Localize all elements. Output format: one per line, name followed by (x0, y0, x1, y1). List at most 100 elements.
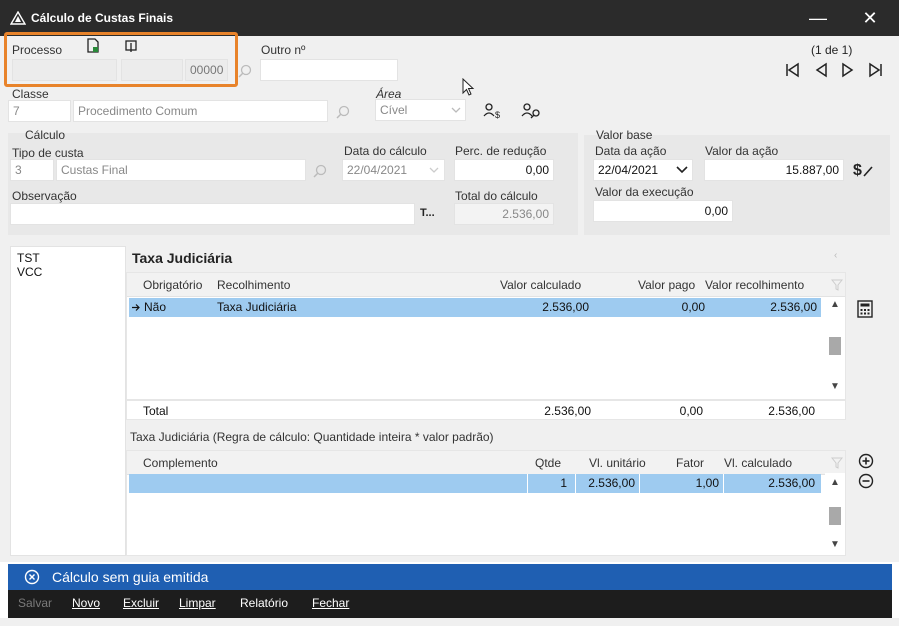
tipo-custa-code-field[interactable]: 3 (10, 159, 54, 181)
fechar-button[interactable]: Fechar (312, 596, 349, 610)
svg-text:$: $ (853, 162, 862, 179)
classe-code-field[interactable]: 7 (8, 100, 71, 122)
classe-name-field[interactable]: Procedimento Comum (73, 100, 328, 122)
data-acao-field[interactable]: 22/04/2021 (593, 159, 693, 181)
complemento-grid: Complemento Qtde Vl. unitário Fator Vl. … (126, 450, 846, 556)
cell-qtde: 1 (560, 476, 567, 490)
scroll-down-icon[interactable]: ▼ (825, 539, 845, 550)
col-qtde[interactable]: Qtde (535, 456, 561, 470)
relatorio-button[interactable]: Relatório (240, 596, 288, 610)
calculo-group-label: Cálculo (25, 128, 66, 142)
scroll-up-icon[interactable]: ▲ (825, 477, 845, 488)
col-valor-calculado[interactable]: Valor calculado (500, 278, 581, 292)
add-circle-icon[interactable] (858, 453, 874, 469)
list-item[interactable]: VCC (11, 265, 125, 279)
window-title: Cálculo de Custas Finais (31, 11, 174, 25)
valor-acao-label: Valor da ação (705, 144, 779, 158)
perc-reducao-label: Perc. de redução (455, 144, 547, 158)
current-row-arrow-icon (132, 304, 140, 311)
window-bottom-edge (0, 618, 899, 626)
filter-icon[interactable] (831, 457, 843, 469)
classe-search-icon[interactable] (335, 104, 351, 120)
status-bar: Cálculo sem guia emitida (8, 564, 892, 590)
cell-valor-pago: 0,00 (681, 300, 705, 314)
limpar-button[interactable]: Limpar (179, 596, 216, 610)
chevron-down-icon (429, 167, 439, 173)
next-record-icon[interactable] (838, 62, 856, 78)
col-vl-unitario[interactable]: Vl. unitário (589, 456, 646, 470)
chevron-down-icon (451, 107, 461, 113)
close-button[interactable]: ✕ (850, 4, 890, 32)
perc-reducao-field[interactable]: 0,00 (454, 159, 554, 181)
complemento-grid-scrollbar[interactable]: ▲ ▼ (825, 473, 845, 555)
observacao-field[interactable] (10, 203, 415, 225)
col-recolhimento[interactable]: Recolhimento (217, 278, 290, 292)
app-logo-icon (10, 11, 26, 25)
scroll-down-icon[interactable]: ▼ (825, 381, 845, 392)
column-divider (723, 474, 724, 493)
text-editor-button[interactable]: T... (420, 207, 435, 219)
col-valor-pago[interactable]: Valor pago (638, 278, 695, 292)
user-money-icon[interactable]: $ (483, 102, 503, 120)
valor-execucao-field[interactable]: 0,00 (593, 200, 733, 222)
filter-icon[interactable] (831, 279, 843, 291)
cell-vl-unitario: 2.536,00 (588, 476, 635, 490)
tipo-custa-label: Tipo de custa (12, 146, 84, 160)
col-obrigatorio[interactable]: Obrigatório (143, 278, 202, 292)
area-select[interactable]: Cível (375, 99, 466, 121)
list-item[interactable]: TST (11, 251, 125, 265)
status-message: Cálculo sem guia emitida (52, 569, 209, 585)
minimize-button[interactable]: — (798, 4, 838, 32)
close-circle-icon (24, 569, 40, 585)
mouse-cursor-icon (462, 78, 475, 96)
data-calculo-value: 22/04/2021 (347, 163, 408, 177)
previous-record-icon[interactable] (813, 62, 831, 78)
chevron-down-icon (676, 166, 688, 174)
salvar-button[interactable]: Salvar (18, 596, 52, 610)
money-edit-icon[interactable]: $ (851, 158, 875, 180)
outro-field[interactable] (260, 59, 398, 81)
valor-acao-field[interactable]: 15.887,00 (704, 159, 844, 181)
data-acao-label: Data da ação (595, 144, 667, 158)
cell-valor-calculado: 2.536,00 (542, 300, 589, 314)
total-valor-pago: 0,00 (679, 404, 703, 418)
table-row[interactable]: Não Taxa Judiciária 2.536,00 0,00 2.536,… (129, 298, 821, 317)
custa-type-list: TST VCC (10, 246, 126, 556)
col-fator[interactable]: Fator (676, 456, 704, 470)
processo-search-icon[interactable] (237, 63, 253, 79)
scroll-thumb[interactable] (829, 337, 841, 355)
column-divider (575, 474, 576, 493)
col-complemento[interactable]: Complemento (143, 456, 218, 470)
scroll-thumb[interactable] (829, 507, 841, 525)
taxa-section-title: Taxa Judiciária (132, 250, 233, 266)
outro-label: Outro nº (261, 43, 306, 57)
total-calculo-field: 2.536,00 (454, 203, 554, 225)
scroll-up-icon[interactable]: ▲ (825, 299, 845, 310)
valor-execucao-label: Valor da execução (595, 185, 694, 199)
column-divider (527, 474, 528, 493)
regra-calculo-label: Taxa Judiciária (Regra de cálculo: Quant… (130, 430, 494, 444)
novo-button[interactable]: Novo (72, 596, 100, 610)
collapse-left-icon[interactable]: ‹ (834, 250, 837, 261)
tipo-custa-search-icon[interactable] (312, 163, 328, 179)
remove-circle-icon[interactable] (858, 473, 874, 489)
svg-text:$: $ (495, 110, 500, 120)
last-record-icon[interactable] (866, 62, 884, 78)
data-calculo-label: Data do cálculo (344, 144, 427, 158)
data-calculo-field[interactable]: 22/04/2021 (342, 159, 445, 181)
cell-recolhimento: Taxa Judiciária (217, 300, 297, 314)
calculator-icon[interactable] (857, 300, 873, 318)
processo-highlight (4, 32, 238, 87)
excluir-button[interactable]: Excluir (123, 596, 159, 610)
first-record-icon[interactable] (784, 62, 802, 78)
col-vl-calculado[interactable]: Vl. calculado (724, 456, 792, 470)
table-row[interactable]: 1 2.536,00 1,00 2.536,00 (129, 474, 821, 493)
tipo-custa-name-field[interactable]: Custas Final (56, 159, 306, 181)
user-search-icon[interactable] (521, 102, 543, 120)
taxa-grid-header: Obrigatório Recolhimento Valor calculado… (127, 273, 845, 297)
taxa-grid-scrollbar[interactable]: ▲ ▼ (825, 297, 845, 399)
col-valor-recolhimento[interactable]: Valor recolhimento (705, 278, 804, 292)
cell-fator: 1,00 (695, 476, 719, 490)
record-pager-text: (1 de 1) (811, 43, 853, 57)
complemento-grid-header: Complemento Qtde Vl. unitário Fator Vl. … (127, 451, 845, 475)
